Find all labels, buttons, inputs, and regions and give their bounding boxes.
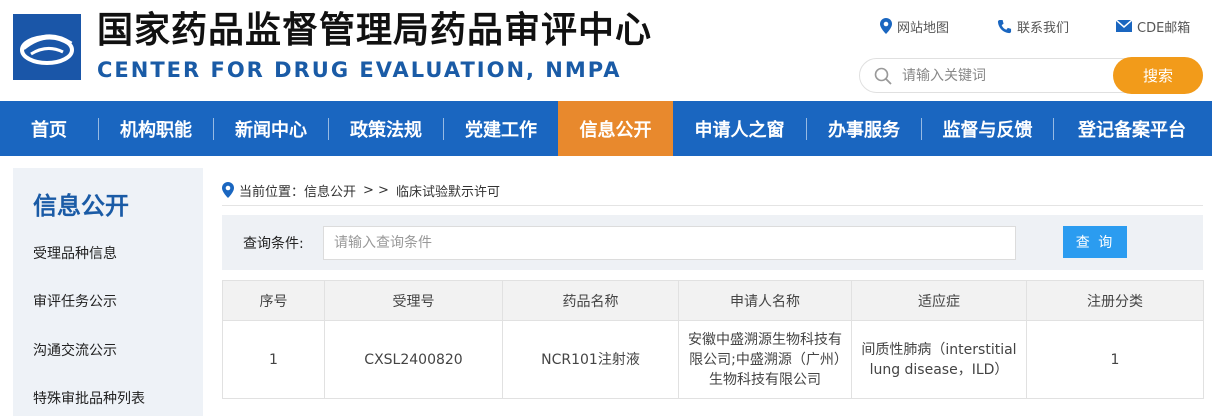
phone-icon	[997, 19, 1012, 33]
nav-item-services[interactable]: 办事服务	[807, 101, 921, 156]
breadcrumb-current: 临床试验默示许可	[395, 184, 500, 200]
sidebar: 信息公开 受理品种信息 审评任务公示 沟通交流公示 特殊审批品种列表	[13, 168, 203, 416]
sitemap-label: 网站地图	[897, 20, 950, 36]
mail-link[interactable]: CDE邮箱	[1116, 16, 1190, 36]
contact-label: 联系我们	[1017, 20, 1070, 36]
column-header-category: 注册分类	[1026, 280, 1204, 321]
column-header-indication: 适应症	[851, 280, 1027, 321]
cell-category: 1	[1026, 320, 1204, 399]
mail-icon	[1116, 20, 1132, 32]
sidebar-item-accepted[interactable]: 受理品种信息	[33, 243, 117, 263]
column-header-acceptance-no: 受理号	[324, 280, 503, 321]
sidebar-item-special-approval[interactable]: 特殊审批品种列表	[33, 388, 145, 408]
breadcrumb-divider	[222, 205, 1203, 206]
sidebar-item-communication[interactable]: 沟通交流公示	[33, 340, 117, 360]
sidebar-item-review-tasks[interactable]: 审评任务公示	[33, 291, 117, 311]
cell-index: 1	[222, 320, 325, 399]
nav-label: 机构职能	[120, 119, 192, 141]
cell-applicant: 安徽中盛溯源生物科技有限公司;中盛溯源（广州）生物科技有限公司	[678, 320, 852, 399]
nav-label: 新闻中心	[235, 119, 307, 141]
site-header: 国家药品监督管理局药品审评中心 CENTER FOR DRUG EVALUATI…	[0, 0, 1212, 101]
column-header-index: 序号	[222, 280, 325, 321]
breadcrumb-prefix: 当前位置：	[239, 184, 305, 200]
query-button[interactable]: 查 询	[1063, 226, 1127, 258]
nav-label: 办事服务	[828, 119, 900, 141]
column-header-applicant: 申请人名称	[678, 280, 852, 321]
query-input[interactable]	[323, 226, 1016, 260]
nav-item-news[interactable]: 新闻中心	[214, 101, 328, 156]
nav-label: 党建工作	[465, 119, 537, 141]
nav-label: 信息公开	[579, 119, 652, 141]
cell-indication: 间质性肺病（interstitial lung disease，ILD）	[851, 320, 1027, 399]
results-table: 序号 受理号 药品名称 申请人名称 适应症 注册分类 1 CXSL2400820…	[222, 280, 1204, 399]
cell-acceptance-no: CXSL2400820	[324, 320, 503, 399]
contact-link[interactable]: 联系我们	[997, 16, 1069, 36]
query-panel: 查询条件: 查 询	[222, 215, 1203, 270]
breadcrumb-separator: > >	[363, 182, 389, 198]
nav-item-applicant[interactable]: 申请人之窗	[673, 101, 806, 156]
top-links: 网站地图 联系我们 CDE邮箱	[0, 16, 1212, 36]
nav-item-registration[interactable]: 登记备案平台	[1054, 101, 1210, 156]
nav-label: 申请人之窗	[694, 119, 785, 141]
breadcrumb-info-public[interactable]: 信息公开	[304, 181, 356, 200]
sitemap-link[interactable]: 网站地图	[880, 16, 949, 36]
table-row[interactable]: 1 CXSL2400820 NCR101注射液 安徽中盛溯源生物科技有限公司;中…	[222, 320, 1204, 399]
nav-label: 登记备案平台	[1078, 119, 1186, 141]
nav-item-home[interactable]: 首页	[0, 101, 98, 156]
site-search-input[interactable]	[902, 63, 1112, 89]
nav-label: 政策法规	[350, 119, 422, 141]
search-icon	[874, 67, 892, 85]
site-title-en: CENTER FOR DRUG EVALUATION, NMPA	[97, 58, 622, 82]
query-label: 查询条件:	[243, 236, 304, 252]
breadcrumb: 当前位置： 信息公开 > > 临床试验默示许可	[222, 180, 500, 200]
nav-item-party[interactable]: 党建工作	[444, 101, 558, 156]
nav-item-policy[interactable]: 政策法规	[329, 101, 443, 156]
location-pin-icon	[222, 182, 234, 198]
nav-label: 首页	[31, 119, 67, 141]
nav-item-info-public[interactable]: 信息公开	[558, 101, 673, 156]
nav-item-functions[interactable]: 机构职能	[99, 101, 213, 156]
mail-label: CDE邮箱	[1137, 20, 1191, 36]
column-header-drug-name: 药品名称	[502, 280, 679, 321]
site-search-button[interactable]: 搜索	[1113, 57, 1203, 94]
sidebar-title: 信息公开	[33, 192, 129, 220]
cell-drug-name: NCR101注射液	[502, 320, 679, 399]
map-pin-icon	[880, 18, 892, 34]
nav-item-supervision[interactable]: 监督与反馈	[922, 101, 1053, 156]
nav-label: 监督与反馈	[942, 119, 1033, 141]
table-header-row: 序号 受理号 药品名称 申请人名称 适应症 注册分类	[222, 280, 1204, 321]
main-nav: 首页 机构职能 新闻中心 政策法规 党建工作 信息公开 申请人之窗 办事服务 监…	[0, 101, 1212, 156]
